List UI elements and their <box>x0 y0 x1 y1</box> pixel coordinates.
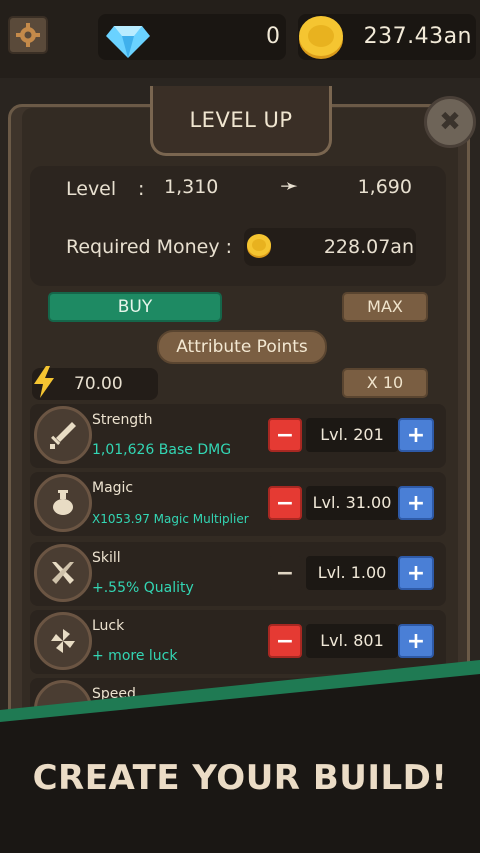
attribute-name: Strength <box>92 412 153 428</box>
level-to: 1,690 <box>357 176 412 198</box>
multiplier-button[interactable]: X 10 <box>342 368 428 398</box>
settings-button[interactable] <box>8 16 48 54</box>
buy-button[interactable]: BUY <box>48 292 222 322</box>
potion-icon <box>34 474 92 532</box>
decrease-button[interactable]: − <box>268 556 302 590</box>
minus-icon: − <box>275 422 295 448</box>
increase-button[interactable]: + <box>398 624 434 658</box>
decrease-button[interactable]: − <box>268 418 302 452</box>
attribute-level: Lvl. 201 <box>306 418 398 452</box>
panel-title-plaque: LEVEL UP <box>150 86 332 156</box>
plus-icon: + <box>406 422 426 448</box>
attribute-row-skill: Skill +.55% Quality − Lvl. 1.00 + <box>30 542 446 606</box>
attribute-points-title: Attribute Points <box>157 330 327 364</box>
coin-icon <box>299 16 343 59</box>
level-label: Level <box>66 178 117 200</box>
minus-icon: − <box>275 560 295 586</box>
diamond-icon <box>106 26 150 58</box>
close-icon: ✖ <box>439 107 461 137</box>
decrease-button[interactable]: − <box>268 486 302 520</box>
gear-icon <box>16 23 40 47</box>
arrow-right-icon: ➛ <box>280 174 299 199</box>
plus-icon: + <box>406 490 426 516</box>
gem-count: 0 <box>266 24 280 49</box>
decrease-button[interactable]: − <box>268 624 302 658</box>
increase-button[interactable]: + <box>398 486 434 520</box>
attribute-desc: 1,01,626 Base DMG <box>92 442 232 458</box>
crossed-swords-icon <box>34 544 92 602</box>
increase-button[interactable]: + <box>398 418 434 452</box>
sword-icon <box>34 406 92 464</box>
max-button[interactable]: MAX <box>342 292 428 322</box>
close-button[interactable]: ✖ <box>424 96 476 148</box>
attribute-level: Lvl. 801 <box>306 624 398 658</box>
attribute-row-magic: Magic X1053.97 Magic Multiplier − Lvl. 3… <box>30 472 446 536</box>
attribute-name: Luck <box>92 618 125 634</box>
promo-banner-text: CREATE YOUR BUILD! <box>32 758 448 798</box>
plus-icon: + <box>406 628 426 654</box>
attribute-level: Lvl. 1.00 <box>306 556 398 590</box>
promo-banner <box>0 660 480 853</box>
plus-icon: + <box>406 560 426 586</box>
increase-button[interactable]: + <box>398 556 434 590</box>
attribute-row-strength: Strength 1,01,626 Base DMG − Lvl. 201 + <box>30 404 446 468</box>
required-money-value: 228.07an <box>323 236 414 258</box>
minus-icon: − <box>275 628 295 654</box>
attribute-desc: X1053.97 Magic Multiplier <box>92 512 249 526</box>
attribute-level: Lvl. 31.00 <box>306 486 398 520</box>
attribute-name: Magic <box>92 480 134 496</box>
panel-title: LEVEL UP <box>189 107 293 132</box>
coin-count: 237.43an <box>363 24 472 49</box>
level-colon: : <box>138 178 145 200</box>
required-money-label: Required Money : <box>66 236 233 258</box>
lightning-icon <box>34 366 54 398</box>
minus-icon: − <box>275 490 295 516</box>
coin-icon <box>247 234 271 258</box>
level-from: 1,310 <box>164 176 219 198</box>
points-value: 70.00 <box>74 374 123 394</box>
attribute-desc: +.55% Quality <box>92 580 194 596</box>
attribute-name: Skill <box>92 550 121 566</box>
